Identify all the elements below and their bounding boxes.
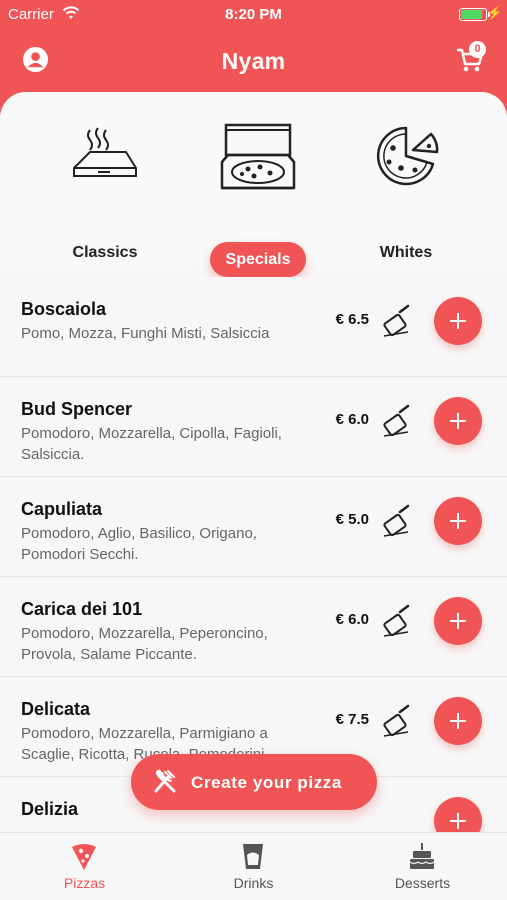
pizza-ingredients: Pomo, Mozza, Funghi Misti, Salsiccia bbox=[21, 325, 270, 342]
pizza-price: € 7.5 bbox=[335, 711, 369, 728]
pizza-name: Delizia bbox=[21, 799, 79, 819]
add-to-cart-button[interactable] bbox=[434, 497, 482, 545]
pizza-price: € 6.0 bbox=[335, 411, 369, 428]
category-label: Classics bbox=[72, 244, 138, 261]
status-bar: Carrier 8:20 PM ⚡ bbox=[0, 0, 507, 30]
tab-desserts[interactable]: Desserts bbox=[338, 833, 507, 900]
pizza-cutter-icon[interactable] bbox=[380, 502, 414, 538]
cup-icon bbox=[243, 844, 263, 869]
charging-icon: ⚡ bbox=[486, 5, 503, 20]
pizza-row[interactable]: Capuliata Pomodoro, Aglio, Basilico, Ori… bbox=[0, 477, 507, 577]
create-your-pizza-button[interactable]: Create your pizza bbox=[131, 754, 377, 810]
pizza-cutter-icon[interactable] bbox=[380, 602, 414, 638]
pizza-cutter-icon[interactable] bbox=[380, 402, 414, 438]
add-to-cart-button[interactable] bbox=[434, 597, 482, 645]
main-content: Classics Specials Whites Boscaiola Pomo,… bbox=[0, 92, 507, 832]
add-to-cart-button[interactable] bbox=[434, 297, 482, 345]
pizza-name: Carica dei 101 bbox=[21, 599, 143, 619]
pizza-name: Capuliata bbox=[21, 499, 103, 519]
cake-icon bbox=[409, 843, 435, 869]
category-label-selected: Specials bbox=[210, 242, 306, 277]
cart-count-badge: 0 bbox=[469, 41, 486, 58]
category-classics[interactable]: Classics bbox=[40, 122, 170, 262]
add-to-cart-button[interactable] bbox=[434, 397, 482, 445]
tab-label: Pizzas bbox=[63, 875, 106, 891]
pizza-box-open-icon bbox=[220, 123, 296, 190]
tab-label: Desserts bbox=[394, 875, 451, 891]
pizza-name: Delicata bbox=[21, 699, 91, 719]
pizza-ingredients: Pomodoro, Aglio, Basilico, Origano, Pomo… bbox=[21, 525, 257, 563]
fork-knife-icon bbox=[154, 769, 176, 793]
pizza-cutter-icon[interactable] bbox=[380, 302, 414, 338]
pizza-ingredients: Pomodoro, Mozzarella, Cipolla, Fagioli, … bbox=[21, 425, 282, 463]
create-your-pizza-label: Create your pizza bbox=[191, 773, 342, 792]
pizza-price: € 5.0 bbox=[335, 511, 369, 528]
pizza-icon bbox=[376, 126, 439, 186]
tab-label: Drinks bbox=[233, 875, 274, 891]
category-selector: Classics Specials Whites bbox=[0, 92, 507, 277]
pizza-slice-icon bbox=[72, 844, 96, 870]
pizza-price: € 6.0 bbox=[335, 611, 369, 628]
pizza-ingredients: Pomodoro, Mozzarella, Peperoncino, Provo… bbox=[21, 625, 268, 663]
pizza-price: € 6.5 bbox=[335, 311, 369, 328]
category-whites[interactable]: Whites bbox=[341, 122, 471, 262]
pizza-row[interactable]: Bud Spencer Pomodoro, Mozzarella, Cipoll… bbox=[0, 377, 507, 477]
pizza-row[interactable]: Carica dei 101 Pomodoro, Mozzarella, Pep… bbox=[0, 577, 507, 677]
category-label: Whites bbox=[379, 244, 433, 261]
tab-drinks[interactable]: Drinks bbox=[169, 833, 338, 900]
tab-bar: Pizzas Drinks Desserts bbox=[0, 832, 507, 900]
pizza-row[interactable]: Boscaiola Pomo, Mozza, Funghi Misti, Sal… bbox=[0, 277, 507, 377]
pizza-cutter-icon[interactable] bbox=[380, 702, 414, 738]
battery-icon bbox=[459, 8, 487, 21]
category-specials[interactable]: Specials bbox=[193, 122, 323, 277]
cart-button[interactable]: 0 bbox=[455, 41, 489, 74]
pizza-name: Boscaiola bbox=[21, 299, 107, 319]
pizza-box-closed-icon bbox=[73, 127, 137, 177]
add-to-cart-button[interactable] bbox=[434, 697, 482, 745]
clock: 8:20 PM bbox=[225, 6, 282, 23]
pizza-name: Bud Spencer bbox=[21, 399, 133, 419]
app-title: Nyam bbox=[221, 48, 286, 74]
pizza-list: Boscaiola Pomo, Mozza, Funghi Misti, Sal… bbox=[0, 277, 507, 832]
add-to-cart-button[interactable] bbox=[434, 797, 482, 832]
tab-pizzas[interactable]: Pizzas bbox=[0, 833, 169, 900]
